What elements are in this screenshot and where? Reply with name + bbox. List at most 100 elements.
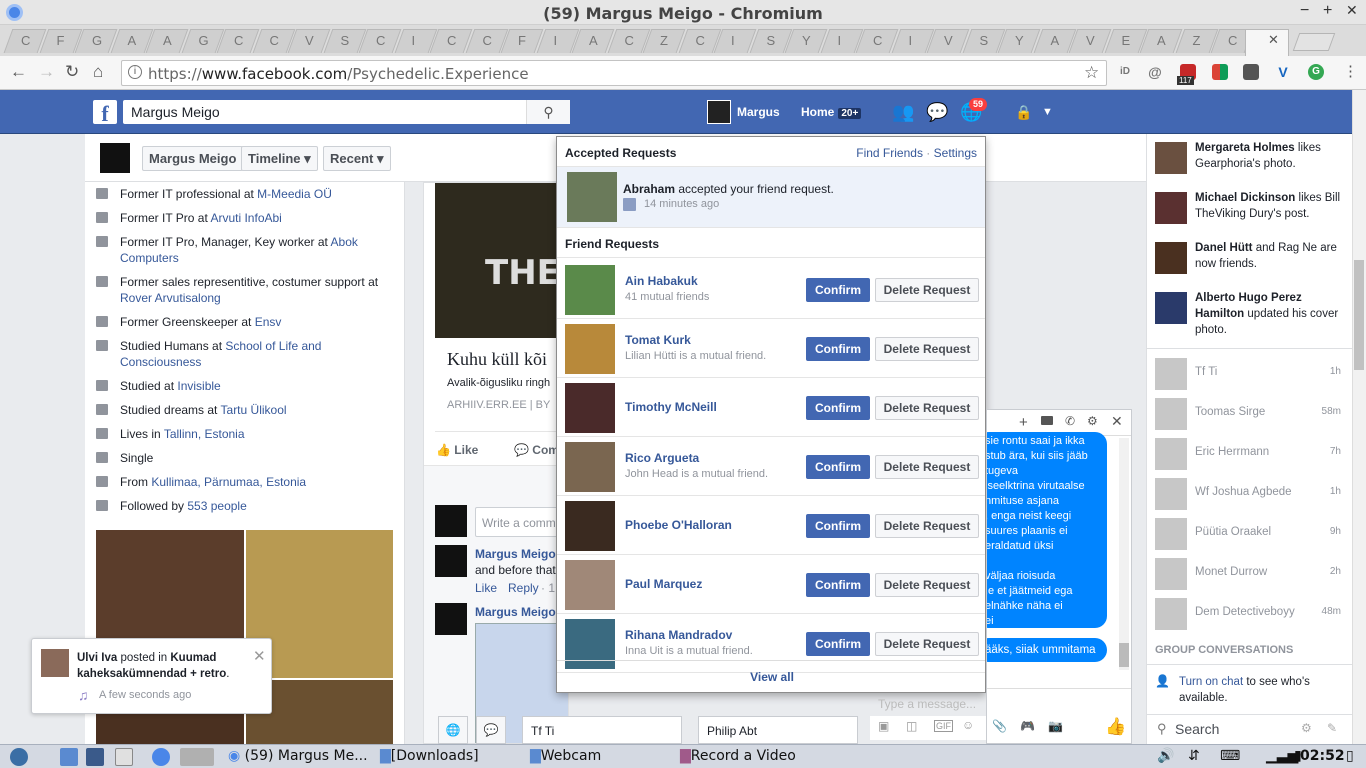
- reload-icon[interactable]: ↻: [65, 62, 79, 82]
- back-icon[interactable]: ←: [10, 62, 27, 82]
- recent-button[interactable]: Recent ▾: [323, 146, 391, 171]
- delete-request-button[interactable]: Delete Request: [875, 278, 979, 302]
- delete-request-button[interactable]: Delete Request: [875, 514, 979, 538]
- user-name-link[interactable]: Margus: [737, 105, 780, 119]
- attach-icon[interactable]: 📎: [992, 719, 1007, 733]
- messages-icon[interactable]: 💬: [926, 102, 948, 123]
- intro-item-link[interactable]: 553 people: [187, 499, 246, 513]
- confirm-button[interactable]: Confirm: [806, 632, 870, 656]
- gif-icon[interactable]: GIF: [934, 720, 953, 732]
- keyboard-icon[interactable]: ⌨: [1220, 748, 1240, 764]
- delete-request-button[interactable]: Delete Request: [875, 337, 979, 361]
- id-extension-icon[interactable]: iD: [1117, 64, 1133, 80]
- toast-close-icon[interactable]: ✕: [253, 647, 266, 665]
- turn-on-chat-link[interactable]: Turn on chat: [1179, 676, 1243, 688]
- profile-name-button[interactable]: Margus Meigo: [142, 146, 244, 171]
- chat-contact[interactable]: Dem Detectiveboyy 48m: [1155, 596, 1345, 632]
- article-title[interactable]: Kuhu küll kõi: [447, 349, 547, 370]
- request-name[interactable]: Tomat Kurk: [625, 333, 691, 347]
- at-extension-icon[interactable]: @: [1147, 64, 1163, 80]
- confirm-button[interactable]: Confirm: [806, 278, 870, 302]
- request-avatar[interactable]: [565, 383, 615, 433]
- chat-options-icon[interactable]: ⚙: [1087, 414, 1098, 428]
- request-name[interactable]: Rico Argueta: [625, 451, 699, 465]
- window-list-icon[interactable]: [115, 748, 133, 766]
- settings-app-icon[interactable]: [86, 748, 104, 766]
- intro-item-link[interactable]: Kullimaa, Pärnumaa, Estonia: [151, 475, 306, 489]
- taskbar-chromium[interactable]: ◉ (59) Margus Me...: [228, 748, 368, 764]
- write-comment-input[interactable]: Write a comm: [475, 507, 568, 537]
- request-name[interactable]: Paul Marquez: [625, 577, 702, 591]
- profile-avatar[interactable]: [99, 142, 131, 174]
- browser-launcher-icon[interactable]: [152, 748, 170, 766]
- forward-icon[interactable]: →: [38, 62, 55, 82]
- chat-contact[interactable]: Toomas Sirge 58m: [1155, 396, 1345, 432]
- start-menu-icon[interactable]: [10, 748, 28, 766]
- delete-request-button[interactable]: Delete Request: [875, 455, 979, 479]
- home-link[interactable]: Home 20+: [801, 105, 862, 119]
- user-avatar[interactable]: [707, 100, 731, 124]
- taskbar-webcam[interactable]: ▇Webcam: [530, 748, 601, 764]
- intro-item-link[interactable]: M-Meedia OÜ: [257, 187, 332, 201]
- request-name[interactable]: Ain Habakuk: [625, 274, 698, 288]
- close-window-button[interactable]: ✕: [1346, 2, 1358, 19]
- close-chat-icon[interactable]: ✕: [1111, 413, 1123, 430]
- chat-contact[interactable]: Monet Durrow 2h: [1155, 556, 1345, 592]
- info-icon[interactable]: i: [128, 65, 142, 79]
- accepted-request-item[interactable]: Abraham accepted your friend request. 14…: [557, 167, 985, 228]
- request-name[interactable]: Rihana Mandradov: [625, 628, 732, 642]
- taskbar-downloads[interactable]: ▇[Downloads]: [380, 748, 479, 764]
- volume-icon[interactable]: 🔊: [1157, 748, 1174, 764]
- comment-reply-link[interactable]: Reply: [508, 581, 539, 595]
- minimize-button[interactable]: −: [1300, 2, 1309, 20]
- globe-chat-icon[interactable]: 🌐: [438, 716, 468, 744]
- mini-chat-philip-abt[interactable]: Philip Abt: [698, 716, 858, 744]
- comment-like-link[interactable]: Like: [475, 581, 497, 595]
- active-tab[interactable]: [1245, 29, 1289, 56]
- ghost-extension-icon[interactable]: [1243, 64, 1259, 80]
- request-avatar[interactable]: [565, 265, 615, 315]
- comment-author-1[interactable]: Margus Meigo: [475, 547, 556, 561]
- view-all-link[interactable]: View all: [557, 660, 985, 692]
- privacy-shortcuts-icon[interactable]: 🔒: [1015, 104, 1032, 121]
- chat-settings-icon[interactable]: ⚙: [1301, 721, 1312, 735]
- intro-item-link[interactable]: Rover Arvutisalong: [120, 291, 221, 305]
- messages-chat-icon[interactable]: 💬: [476, 716, 506, 744]
- show-desktop-icon[interactable]: ▯: [1346, 748, 1354, 764]
- intro-item-link[interactable]: Tallinn, Estonia: [164, 427, 245, 441]
- mini-chat-tf-ti[interactable]: Tf Ti: [522, 716, 682, 744]
- close-tab-icon[interactable]: ✕: [1268, 32, 1279, 48]
- network-status-icon[interactable]: ⇵: [1188, 748, 1200, 764]
- request-avatar[interactable]: [565, 442, 615, 492]
- chat-search-input[interactable]: ⚲ Search ⚙ ✎: [1147, 714, 1352, 744]
- message-input-placeholder[interactable]: Type a message...: [878, 697, 976, 711]
- add-participant-icon[interactable]: +: [1019, 414, 1028, 431]
- taskbar-record-video[interactable]: ▇Record a Video: [680, 748, 796, 764]
- request-name[interactable]: Phoebe O'Halloran: [625, 518, 732, 532]
- blank-launcher-icon[interactable]: [180, 748, 214, 766]
- voice-call-icon[interactable]: ✆: [1065, 414, 1075, 428]
- photo-icon[interactable]: ▣: [878, 719, 889, 733]
- confirm-button[interactable]: Confirm: [806, 337, 870, 361]
- chat-contact[interactable]: Tf Ti 1h: [1155, 356, 1345, 392]
- page-scrollbar[interactable]: [1352, 90, 1366, 744]
- facebook-search-input[interactable]: Margus Meigo ⚲: [123, 100, 570, 124]
- intro-item-link[interactable]: Ensv: [255, 315, 282, 329]
- request-avatar[interactable]: [565, 324, 615, 374]
- confirm-button[interactable]: Confirm: [806, 396, 870, 420]
- delete-request-button[interactable]: Delete Request: [875, 396, 979, 420]
- delete-request-button[interactable]: Delete Request: [875, 573, 979, 597]
- intro-item-link[interactable]: Tartu Ülikool: [221, 403, 287, 417]
- chat-scrollbar[interactable]: [1119, 438, 1129, 670]
- chat-compose-icon[interactable]: ✎: [1327, 721, 1337, 735]
- account-menu-chevron-icon[interactable]: ▼: [1042, 106, 1053, 118]
- delete-request-button[interactable]: Delete Request: [875, 632, 979, 656]
- home-icon[interactable]: ⌂: [93, 62, 103, 82]
- article-image[interactable]: THE: [435, 183, 568, 338]
- request-name[interactable]: Timothy McNeill: [625, 400, 717, 414]
- emoji-icon[interactable]: ☺: [962, 718, 974, 732]
- friend-requests-icon[interactable]: 👥: [892, 102, 914, 123]
- comment-button[interactable]: 💬 Com: [514, 443, 559, 457]
- video-call-icon[interactable]: [1041, 416, 1053, 425]
- file-manager-icon[interactable]: [60, 748, 78, 766]
